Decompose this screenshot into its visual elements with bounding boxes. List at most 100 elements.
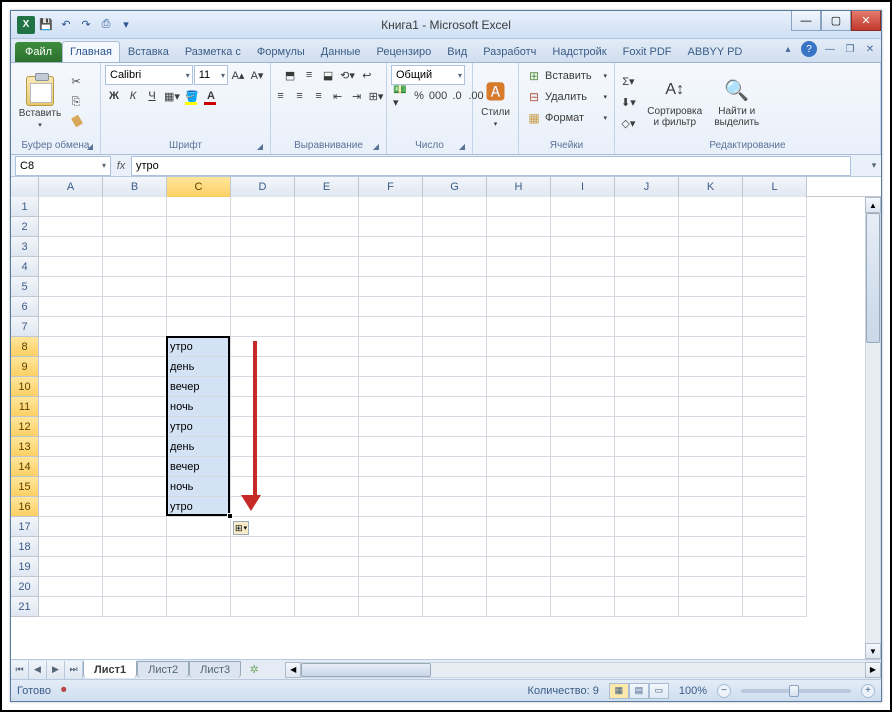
cell-G8[interactable] [423,337,487,357]
number-format-combo[interactable]: Общий [391,65,465,85]
cell-H18[interactable] [487,537,551,557]
row-header-7[interactable]: 7 [11,317,39,337]
maximize-button[interactable]: ▢ [821,11,851,31]
cell-H17[interactable] [487,517,551,537]
row-header-11[interactable]: 11 [11,397,39,417]
tab-insert[interactable]: Вставка [120,41,177,62]
save-icon[interactable]: 💾 [37,16,55,34]
cell-I6[interactable] [551,297,615,317]
row-header-5[interactable]: 5 [11,277,39,297]
cell-F12[interactable] [359,417,423,437]
row-header-6[interactable]: 6 [11,297,39,317]
cell-A17[interactable] [39,517,103,537]
col-header-G[interactable]: G [423,177,487,197]
cell-E9[interactable] [295,357,359,377]
cell-E5[interactable] [295,277,359,297]
cell-E11[interactable] [295,397,359,417]
decrease-indent-icon[interactable]: ⇤ [329,86,347,106]
cell-F15[interactable] [359,477,423,497]
vscroll-thumb[interactable] [866,213,880,343]
cell-A7[interactable] [39,317,103,337]
cell-A18[interactable] [39,537,103,557]
row-header-17[interactable]: 17 [11,517,39,537]
cell-G16[interactable] [423,497,487,517]
hscroll-thumb[interactable] [301,663,431,677]
tab-view[interactable]: Вид [439,41,475,62]
row-header-21[interactable]: 21 [11,597,39,617]
fx-icon[interactable]: fx [111,160,131,172]
row-header-16[interactable]: 16 [11,497,39,517]
cell-B14[interactable] [103,457,167,477]
cell-D8[interactable] [231,337,295,357]
cell-G21[interactable] [423,597,487,617]
cell-K6[interactable] [679,297,743,317]
cell-L13[interactable] [743,437,807,457]
cell-A12[interactable] [39,417,103,437]
cell-I21[interactable] [551,597,615,617]
cell-J20[interactable] [615,577,679,597]
cell-H15[interactable] [487,477,551,497]
cell-L10[interactable] [743,377,807,397]
increase-indent-icon[interactable]: ⇥ [348,86,366,106]
cell-B16[interactable] [103,497,167,517]
cell-G14[interactable] [423,457,487,477]
format-cells-button[interactable]: ▦Формат▾ [523,107,610,128]
cell-B8[interactable] [103,337,167,357]
cell-L18[interactable] [743,537,807,557]
cell-A20[interactable] [39,577,103,597]
cell-L21[interactable] [743,597,807,617]
cell-J21[interactable] [615,597,679,617]
cell-C5[interactable] [167,277,231,297]
undo-icon[interactable]: ↶ [57,16,75,34]
cell-K9[interactable] [679,357,743,377]
cell-L6[interactable] [743,297,807,317]
cell-J5[interactable] [615,277,679,297]
cell-K10[interactable] [679,377,743,397]
cell-I16[interactable] [551,497,615,517]
col-header-F[interactable]: F [359,177,423,197]
zoom-out-icon[interactable]: − [717,684,731,698]
insert-cells-button[interactable]: ⊞Вставить▾ [523,65,610,86]
align-bottom-icon[interactable]: ⬓ [319,65,337,85]
tab-abbyy[interactable]: ABBYY PD [680,41,751,62]
cell-H5[interactable] [487,277,551,297]
cell-H19[interactable] [487,557,551,577]
cell-A19[interactable] [39,557,103,577]
cell-E13[interactable] [295,437,359,457]
underline-button[interactable]: Ч [143,86,161,106]
macro-record-icon[interactable]: ⏺ [61,684,67,697]
cell-A15[interactable] [39,477,103,497]
percent-icon[interactable]: % [410,86,428,106]
orientation-icon[interactable]: ⟲▾ [338,65,357,85]
cell-D19[interactable] [231,557,295,577]
fill-icon[interactable]: ⬇▾ [619,92,638,112]
doc-restore-icon[interactable]: ❐ [843,42,857,56]
cell-D12[interactable] [231,417,295,437]
doc-minimize-icon[interactable]: ― [823,42,837,56]
cell-A16[interactable] [39,497,103,517]
cell-F11[interactable] [359,397,423,417]
currency-icon[interactable]: 💵▾ [391,86,409,106]
cell-I20[interactable] [551,577,615,597]
col-header-C[interactable]: C [167,177,231,197]
cell-C8[interactable]: утро [167,337,231,357]
cell-E21[interactable] [295,597,359,617]
sheet-nav-last-icon[interactable]: ⏭ [65,661,83,679]
styles-button[interactable]: 🅰 Стили ▾ [477,75,514,130]
clipboard-launcher-icon[interactable]: ◢ [84,140,96,152]
close-button[interactable]: ✕ [851,11,881,31]
zoom-level[interactable]: 100% [679,685,707,697]
cell-J2[interactable] [615,217,679,237]
cell-J11[interactable] [615,397,679,417]
cell-B9[interactable] [103,357,167,377]
cell-C12[interactable]: утро [167,417,231,437]
cell-G3[interactable] [423,237,487,257]
col-header-K[interactable]: K [679,177,743,197]
cell-K19[interactable] [679,557,743,577]
tab-data[interactable]: Данные [313,41,369,62]
sheet-tab-3[interactable]: Лист3 [189,661,241,678]
cell-I11[interactable] [551,397,615,417]
cell-L7[interactable] [743,317,807,337]
cell-E6[interactable] [295,297,359,317]
cell-I9[interactable] [551,357,615,377]
